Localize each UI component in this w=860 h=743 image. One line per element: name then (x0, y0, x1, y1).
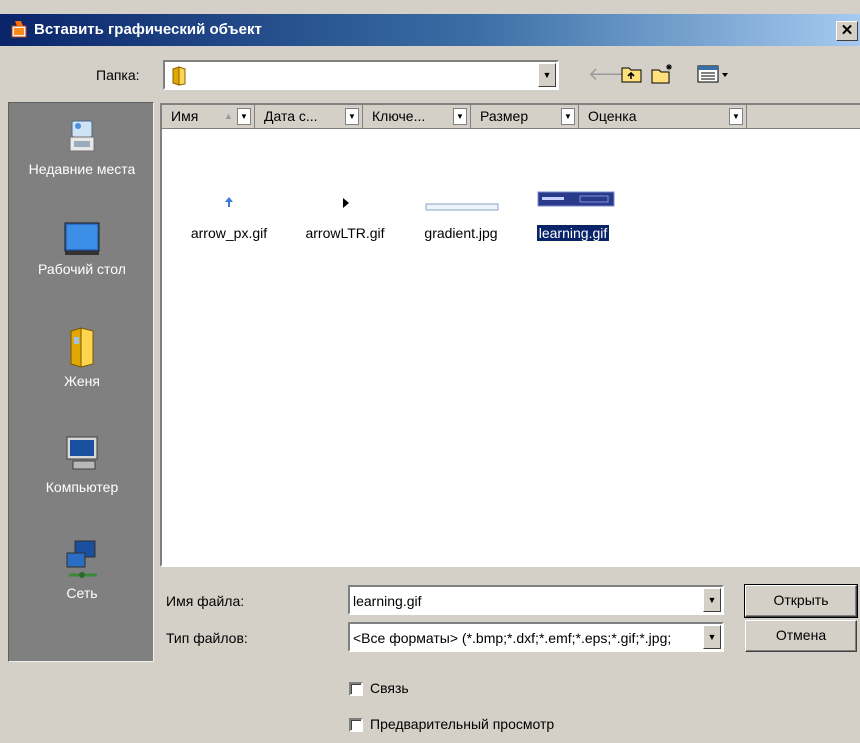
filename-label: Имя файла: (166, 593, 245, 609)
link-checkbox[interactable]: Связь (349, 680, 409, 697)
filename-combo[interactable]: learning.gif ▼ (348, 585, 724, 615)
preview-checkbox[interactable]: Предварительный просмотр (349, 716, 555, 733)
title-bar[interactable]: Вставить графический объект ✕ (0, 14, 860, 46)
lookin-label: Папка: (96, 67, 140, 83)
filetype-value: <Все форматы> (*.bmp;*.dxf;*.emf;*.eps;*… (353, 630, 672, 646)
app-icon (10, 19, 30, 39)
filetype-label: Тип файлов: (166, 630, 248, 646)
sort-ascending-icon: ▲ (224, 111, 233, 121)
window-title: Вставить графический объект (34, 21, 262, 38)
back-icon[interactable]: 🡐 (588, 62, 636, 86)
folder-icon (171, 66, 189, 86)
place-label: Женя (64, 373, 100, 389)
place-label: Рабочий стол (38, 261, 126, 277)
column-header-date[interactable]: Дата с... ▼ (255, 105, 363, 129)
column-header-size[interactable]: Размер ▼ (471, 105, 579, 129)
place-network[interactable]: Сеть (9, 539, 155, 602)
place-label: Сеть (66, 585, 98, 601)
lookin-combo[interactable]: ▼ (163, 60, 559, 90)
chevron-down-icon[interactable]: ▼ (453, 108, 467, 125)
chevron-down-icon[interactable]: ▼ (561, 108, 575, 125)
file-thumbnail (290, 187, 400, 223)
insert-picture-dialog: Вставить графический объект ✕ Папка: ▼ 🡐 (0, 0, 860, 743)
file-list[interactable]: Имя ▲ ▼ Дата с... ▼ Ключе... ▼ Размер ▼ … (160, 103, 860, 567)
network-icon (9, 539, 155, 581)
file-name: arrow_px.gif (190, 225, 268, 241)
checkbox-box[interactable] (349, 718, 363, 733)
cancel-button[interactable]: Отмена (745, 620, 857, 652)
checkbox-box[interactable] (349, 682, 363, 697)
file-name: learning.gif (535, 224, 611, 242)
place-recent[interactable]: Недавние места (9, 115, 155, 178)
user-folder-icon (9, 327, 155, 369)
preview-label: Предварительный просмотр (370, 716, 555, 732)
chevron-down-icon[interactable]: ▼ (538, 63, 556, 87)
chevron-down-icon[interactable]: ▼ (703, 588, 721, 612)
filetype-select[interactable]: <Все форматы> (*.bmp;*.dxf;*.emf;*.eps;*… (348, 622, 724, 652)
place-label: Недавние места (28, 161, 136, 177)
chevron-down-icon[interactable]: ▼ (237, 108, 251, 125)
chevron-down-icon[interactable]: ▼ (703, 625, 721, 649)
close-icon[interactable]: ✕ (836, 21, 858, 41)
filename-input[interactable]: learning.gif (353, 593, 700, 609)
place-label: Компьютер (45, 479, 119, 495)
place-desktop[interactable]: Рабочий стол (9, 221, 155, 278)
open-button[interactable]: Открыть (744, 584, 858, 618)
file-thumbnail (406, 187, 516, 223)
desktop-icon (9, 221, 155, 257)
column-header-name[interactable]: Имя ▲ ▼ (162, 105, 255, 129)
computer-icon (9, 433, 155, 475)
link-label: Связь (370, 680, 409, 696)
column-header-rating[interactable]: Оценка ▼ (579, 105, 747, 129)
up-folder-icon[interactable] (620, 62, 644, 86)
file-name: arrowLTR.gif (305, 225, 385, 241)
recent-places-icon (9, 115, 155, 157)
file-thumbnail (174, 187, 284, 223)
file-thumbnail (518, 187, 628, 223)
new-folder-icon[interactable] (650, 62, 676, 86)
column-header-filler (747, 105, 860, 129)
chevron-down-icon[interactable]: ▼ (345, 108, 359, 125)
view-menu-icon[interactable] (696, 62, 732, 86)
place-user[interactable]: Женя (9, 327, 155, 390)
places-bar: Недавние места Рабочий стол Женя Компьют… (8, 102, 154, 662)
column-header-keywords[interactable]: Ключе... ▼ (363, 105, 471, 129)
chevron-down-icon[interactable]: ▼ (729, 108, 743, 125)
file-name: gradient.jpg (424, 225, 498, 241)
place-computer[interactable]: Компьютер (9, 433, 155, 496)
